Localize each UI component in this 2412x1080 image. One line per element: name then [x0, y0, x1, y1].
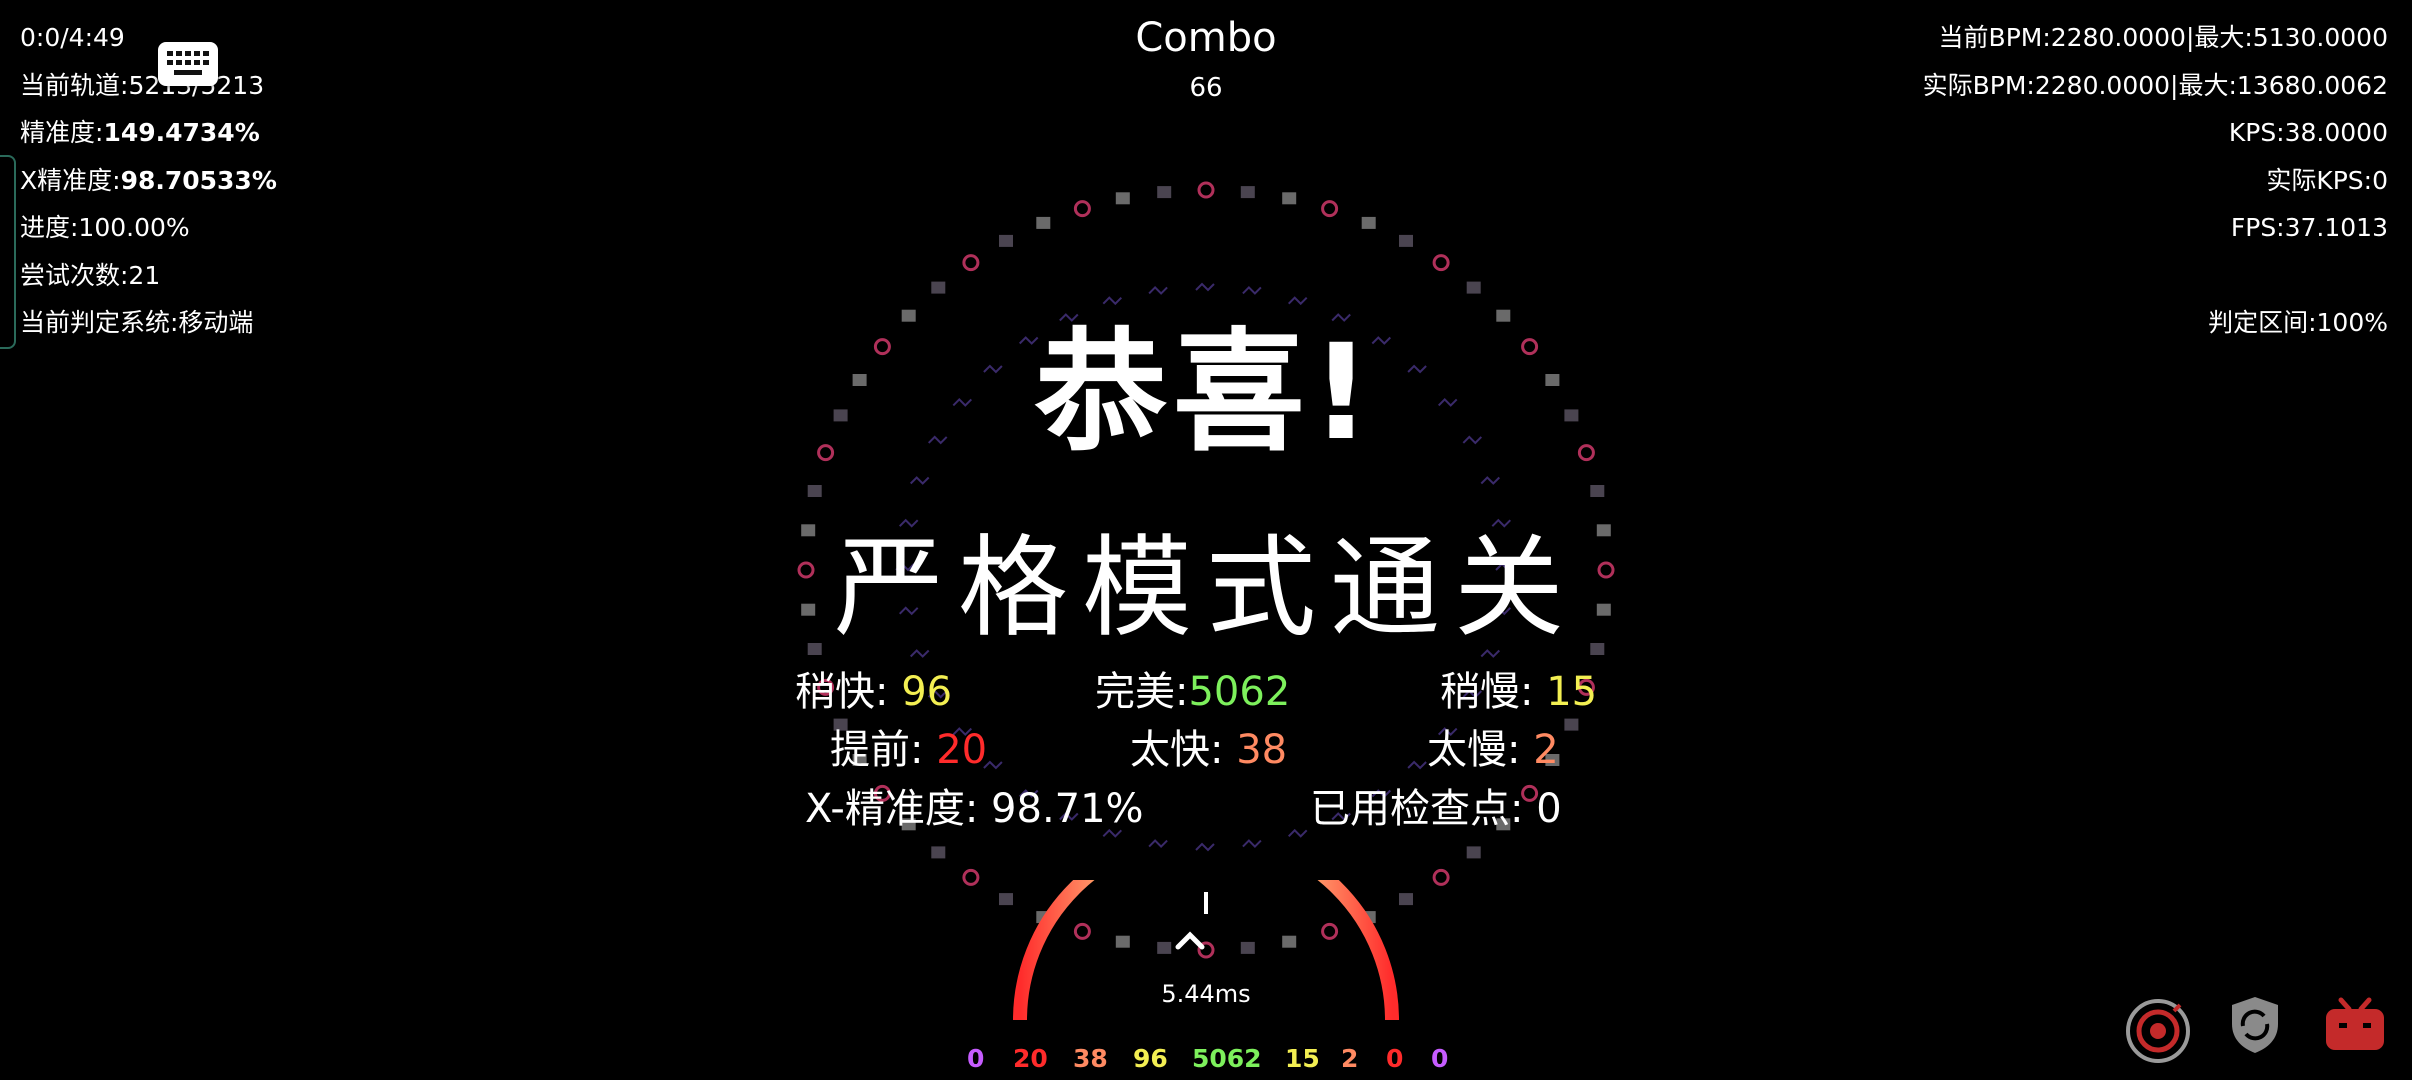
- ring-zigzag: [909, 476, 930, 485]
- gauge-ms-readout: 5.44ms: [1161, 980, 1251, 1008]
- stat-label: X-精准度:: [805, 786, 979, 832]
- ring-zigzag: [1242, 839, 1262, 849]
- ring-tile: [931, 846, 946, 859]
- ring-zigzag: [1242, 285, 1262, 295]
- stat-early: 提前: 20: [830, 724, 987, 776]
- count-too-late: 2: [1341, 1044, 1359, 1073]
- gauge-center-tick: [1204, 892, 1208, 914]
- fps-readout: FPS:37.1013: [2230, 213, 2388, 242]
- ring-zigzag: [1287, 296, 1308, 306]
- ring-tile: [962, 254, 980, 272]
- gauge-hit-marker: [1175, 931, 1205, 950]
- ring-tile: [1432, 254, 1450, 272]
- stat-label: 完美:: [1095, 669, 1189, 715]
- stat-value: 38: [1236, 727, 1288, 773]
- attempts-readout: 尝试次数:21: [20, 260, 161, 290]
- combo-display: Combo 66: [0, 12, 2412, 108]
- stat-too-early: 太快: 38: [1130, 724, 1287, 776]
- ring-tile: [807, 485, 822, 497]
- ring-zigzag: [1480, 476, 1501, 485]
- ring-tile: [1115, 192, 1130, 205]
- x-accuracy-readout: X精准度:98.70533%: [20, 157, 277, 205]
- accuracy-readout: 精准度:149.4734%: [20, 109, 277, 157]
- ring-tile: [1361, 216, 1376, 229]
- stat-label: 太快:: [1130, 727, 1224, 773]
- kps-readout: KPS:38.0000: [2228, 118, 2388, 147]
- ring-zigzag: [1148, 839, 1168, 849]
- stat-label: 稍快:: [795, 669, 889, 715]
- stat-too-late: 太慢: 2: [1427, 724, 1559, 776]
- stat-x-accuracy: X-精准度: 98.71%: [805, 783, 1144, 835]
- stat-value: 2: [1533, 727, 1559, 773]
- combo-label: Combo: [1135, 15, 1277, 61]
- count-early: 20: [1013, 1044, 1048, 1073]
- count-slightly-early: 96: [1133, 1044, 1168, 1073]
- stat-value: 15: [1546, 669, 1598, 715]
- stat-label: 已用检查点:: [1310, 786, 1524, 832]
- strict-mode-clear-title: 严格模式通关: [834, 524, 1578, 652]
- stat-label: 提前:: [830, 727, 924, 773]
- ring-tile: [1466, 846, 1481, 859]
- ring-tile: [931, 281, 946, 294]
- ring-zigzag: [1148, 285, 1168, 295]
- stat-value: 0: [1536, 786, 1562, 832]
- game-screen: 0:0/4:49 当前轨道:5213/5213 精准度:149.4734% X精…: [0, 0, 2412, 1080]
- ring-tile: [962, 868, 980, 886]
- ring-tile: [1282, 192, 1297, 205]
- combo-value: 66: [1189, 73, 1223, 103]
- stat-checkpoints: 已用检查点: 0: [1310, 783, 1562, 835]
- x-accuracy-value: 98.70533%: [120, 165, 277, 195]
- ring-tile: [1240, 186, 1255, 199]
- ring-tile: [1590, 485, 1605, 497]
- ring-tile: [1466, 281, 1481, 294]
- stat-value: 98.71%: [991, 786, 1144, 832]
- stat-label: 太慢:: [1427, 727, 1521, 773]
- ring-tile: [1036, 216, 1051, 229]
- ring-tile: [1321, 200, 1339, 218]
- shield-icon[interactable]: [2228, 994, 2282, 1056]
- ring-tile: [1399, 234, 1413, 247]
- tv-icon[interactable]: [2323, 996, 2387, 1054]
- ring-tile: [1197, 181, 1215, 199]
- ring-tile: [1432, 868, 1450, 886]
- progress-readout: 进度:100.00%: [20, 213, 190, 242]
- ring-tile: [999, 234, 1013, 247]
- stat-value: 5062: [1188, 669, 1291, 715]
- count-too-early-miss: 0: [967, 1044, 985, 1073]
- count-too-late-miss: 0: [1431, 1044, 1449, 1073]
- ring-tile: [1073, 200, 1091, 218]
- count-perfect: 5062: [1192, 1044, 1262, 1073]
- ring-zigzag: [1407, 760, 1427, 770]
- target-icon[interactable]: [2124, 997, 2192, 1065]
- ring-zigzag: [1102, 296, 1123, 306]
- stat-perfect: 完美:5062: [1095, 666, 1290, 718]
- ring-tile: [1157, 186, 1172, 199]
- ring-zigzag: [1195, 282, 1215, 292]
- stat-label: 稍慢:: [1440, 669, 1534, 715]
- ring-tile: [1564, 718, 1579, 731]
- stat-value: 96: [901, 669, 953, 715]
- count-late: 0: [1386, 1044, 1404, 1073]
- x-accuracy-label: X精准度:: [20, 165, 121, 195]
- actual-kps-readout: 实际KPS:0: [2266, 165, 2388, 195]
- congrats-title: 恭喜!: [1034, 316, 1378, 470]
- ring-zigzag: [1287, 828, 1308, 838]
- stat-slightly-late: 稍慢: 15: [1440, 666, 1597, 718]
- stat-value: 20: [936, 727, 988, 773]
- accuracy-value: 149.4734%: [103, 118, 260, 147]
- stat-slightly-early: 稍快: 96: [795, 666, 952, 718]
- accuracy-label: 精准度:: [20, 118, 104, 147]
- ring-zigzag: [1195, 842, 1215, 852]
- count-slightly-late: 15: [1285, 1044, 1320, 1073]
- count-too-early: 38: [1073, 1044, 1108, 1073]
- timing-gauge: [1013, 880, 1399, 1021]
